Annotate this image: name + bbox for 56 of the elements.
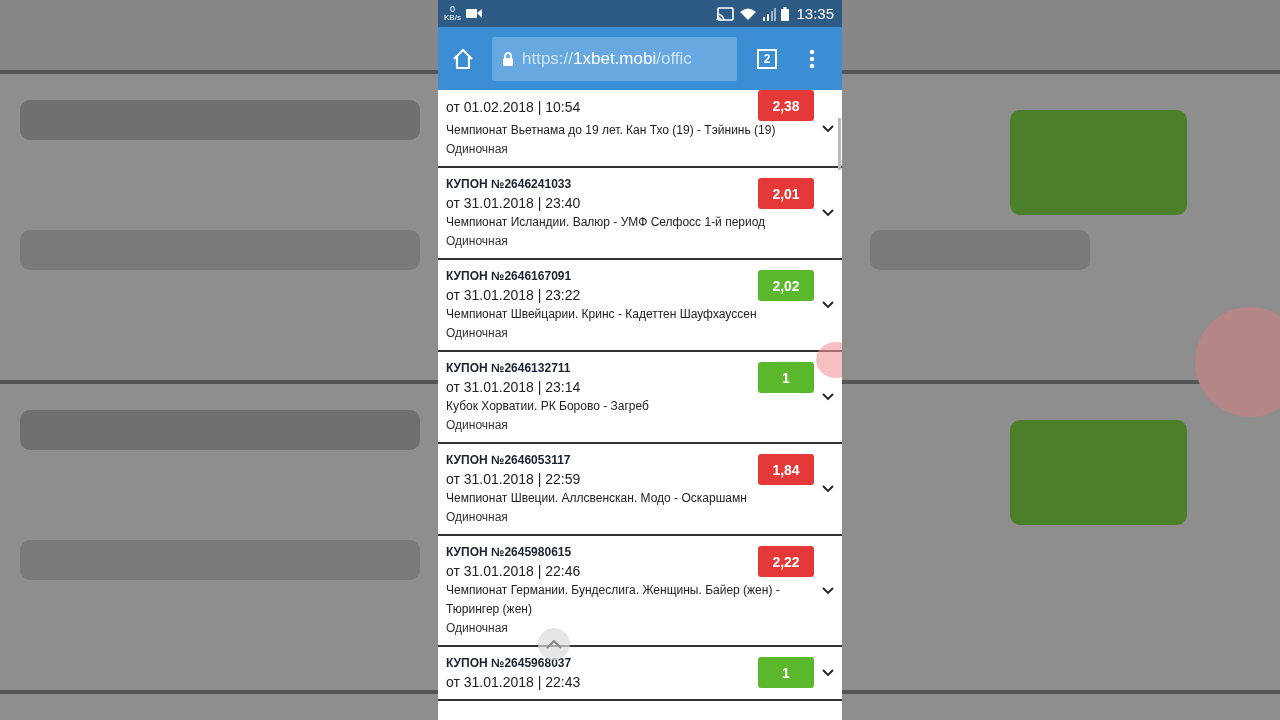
home-icon[interactable] — [452, 47, 474, 70]
odds-badge: 1 — [758, 362, 814, 393]
event-name: Чемпионат Германии. Бундеслига. Женщины. Байер (жен) - Тюрингер (жен) — [446, 582, 781, 618]
coupon-date: от 31.01.2018 | 23:40 — [446, 194, 581, 213]
battery-icon — [781, 6, 790, 21]
coupon-date: от 31.01.2018 | 22:46 — [446, 562, 581, 581]
chevron-down-icon[interactable] — [822, 485, 834, 493]
odds-badge: 2,01 — [758, 178, 814, 209]
bet-type: Одиночная — [446, 325, 509, 342]
bet-type: Одиночная — [446, 141, 509, 158]
bet-type: Одиночная — [446, 417, 509, 434]
odds-badge: 2,02 — [758, 270, 814, 301]
chevron-down-icon[interactable] — [822, 586, 834, 595]
clock-time: 13:35 — [796, 5, 834, 22]
coupon-date: от 01.02.2018 | 10:54 — [446, 98, 581, 117]
coupon-date: от 31.01.2018 | 22:43 — [446, 673, 581, 692]
coupon-number: КУПОН №2646053117 — [446, 452, 572, 469]
chevron-down-icon[interactable] — [822, 209, 834, 217]
coupon-date: от 31.01.2018 | 22:59 — [446, 470, 581, 489]
tab-count-button[interactable]: 2 — [757, 48, 777, 69]
chevron-down-icon[interactable] — [822, 393, 834, 401]
url-text: https://1xbet.mobi/offic — [522, 48, 692, 69]
odds-badge: 2,38 — [758, 90, 814, 121]
network-unit: KB/s — [444, 14, 461, 22]
menu-icon[interactable] — [809, 48, 815, 69]
signal-icon — [762, 6, 777, 21]
bet-type: Одиночная — [446, 233, 509, 250]
event-name: Чемпионат Исландии. Валюр - УМФ Селфосс 1-й период — [446, 214, 767, 231]
odds-badge: 2,22 — [758, 546, 814, 577]
video-camera-icon — [465, 8, 482, 19]
bet-type: Одиночная — [446, 509, 509, 526]
event-name: Кубок Хорватии. РК Борово - Загреб — [446, 398, 650, 415]
scrollbar[interactable] — [838, 118, 841, 170]
bet-type: Одиночная — [446, 620, 509, 637]
coupon-number: КУПОН №2645980615 — [446, 544, 573, 561]
coupon-date: от 31.01.2018 | 23:22 — [446, 286, 581, 305]
chevron-down-icon[interactable] — [822, 669, 834, 677]
coupon-number: КУПОН №2646241033 — [446, 176, 573, 193]
scroll-top-button[interactable] — [538, 628, 570, 660]
coupon-number: КУПОН №2646167091 — [446, 268, 573, 285]
coupon-date: от 31.01.2018 | 23:14 — [446, 378, 581, 397]
wifi-icon — [739, 6, 758, 21]
event-name: Чемпионат Швеции. Аллсвенскан. Модо - Оскаршамн — [446, 490, 748, 507]
coupon-number: КУПОН №2646132711 — [446, 360, 572, 377]
odds-badge: 1 — [758, 657, 814, 688]
network-speed: 0 — [449, 5, 455, 14]
event-name: Чемпионат Швейцарии. Кринс - Кадеттен Шауфхауссен — [446, 306, 758, 323]
address-field[interactable]: https://1xbet.mobi/offic — [492, 36, 737, 81]
event-name: Чемпионат Вьетнама до 19 лет. Кан Тхо (19) - Тэйнинь (19) — [446, 122, 777, 139]
coupon-number: КУПОН №2645968037 — [446, 655, 573, 672]
caret-up-icon — [546, 639, 562, 649]
chevron-down-icon[interactable] — [822, 301, 834, 309]
lock-icon — [502, 51, 514, 66]
cast-icon — [716, 6, 735, 21]
chevron-down-icon[interactable] — [822, 124, 834, 133]
odds-badge: 1,84 — [758, 454, 814, 485]
